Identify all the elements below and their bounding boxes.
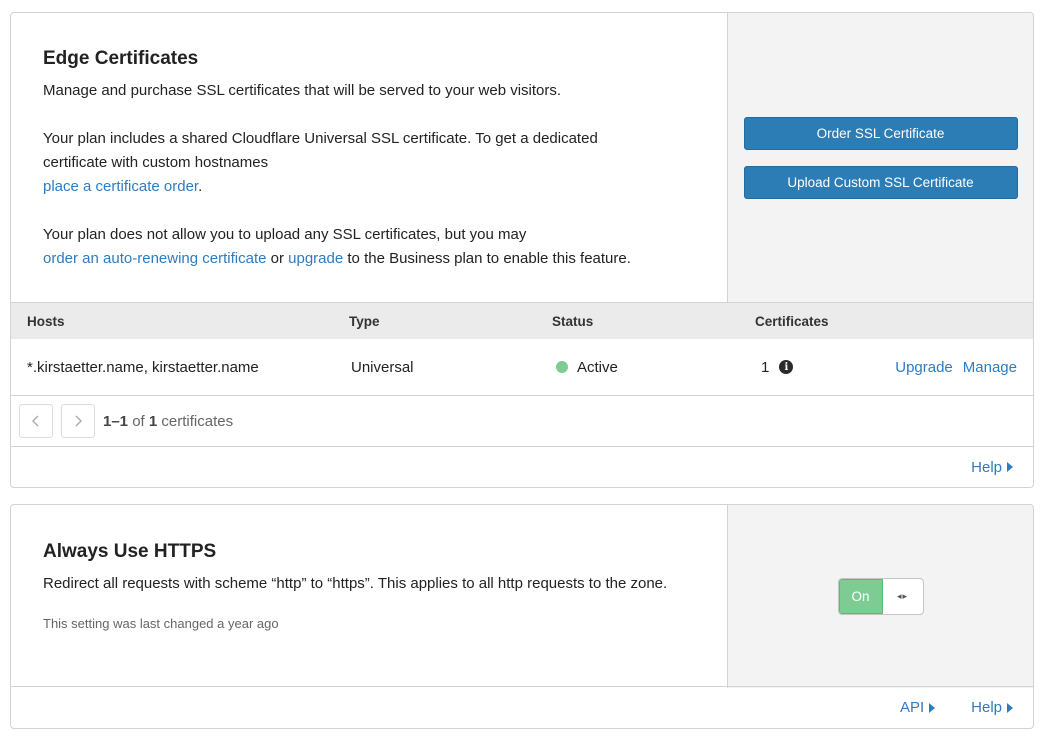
edge-certificates-content: Edge Certificates Manage and purchase SS… — [11, 13, 727, 302]
edge-certificates-description: Manage and purchase SSL certificates tha… — [43, 82, 562, 99]
pagination-summary: 1–1 of 1 certificates — [103, 412, 234, 430]
always-use-https-content: Always Use HTTPS Redirect all requests w… — [11, 505, 727, 688]
row-status-label: Active — [577, 358, 618, 376]
column-header-type: Type — [349, 313, 380, 329]
edge-certificates-actions: Order SSL Certificate Upload Custom SSL … — [727, 13, 1033, 302]
row-certificates: 1 i — [761, 358, 794, 376]
toggle-handle-icon: ◂▸ — [896, 591, 909, 601]
certificates-table-header: Hosts Type Status Certificates — [11, 302, 1033, 339]
edge-help-link[interactable]: Help — [971, 459, 1013, 476]
always-use-https-actions: On ◂▸ — [727, 505, 1033, 688]
caret-right-icon — [1007, 462, 1013, 472]
toggle-on-label: On — [838, 579, 883, 614]
plan-info-universal: Your plan includes a shared Cloudflare U… — [43, 130, 598, 195]
row-upgrade-link[interactable]: Upgrade — [895, 359, 953, 376]
upload-custom-ssl-certificate-button[interactable]: Upload Custom SSL Certificate — [743, 165, 1018, 199]
edge-certificates-top: Edge Certificates Manage and purchase SS… — [11, 13, 1033, 302]
order-auto-renewing-link[interactable]: order an auto-renewing certificate — [43, 250, 266, 267]
always-use-https-title: Always Use HTTPS — [43, 541, 217, 562]
always-use-https-top: Always Use HTTPS Redirect all requests w… — [11, 505, 1033, 688]
plan-info-upload: Your plan does not allow you to upload a… — [43, 226, 631, 267]
row-certificates-count: 1 — [761, 358, 770, 376]
caret-right-icon — [929, 702, 936, 713]
row-actions: Upgrade Manage — [895, 359, 1017, 376]
next-page-button[interactable] — [61, 404, 95, 438]
chevron-right-icon — [75, 415, 82, 427]
upgrade-plan-link[interactable]: upgrade — [288, 250, 343, 267]
row-hosts: *.kirstaetter.name, kirstaetter.name — [27, 358, 259, 376]
table-row: *.kirstaetter.name, kirstaetter.name Uni… — [11, 339, 1033, 396]
edge-certificates-title: Edge Certificates — [43, 48, 199, 69]
prev-page-button[interactable] — [19, 404, 53, 438]
column-header-certificates: Certificates — [755, 313, 829, 329]
column-header-status: Status — [552, 313, 594, 329]
always-use-https-toggle[interactable]: On ◂▸ — [837, 578, 924, 615]
row-status: Active — [556, 359, 618, 376]
chevron-left-icon — [32, 415, 39, 427]
row-manage-link[interactable]: Manage — [963, 359, 1017, 376]
edge-certificates-footer: Help — [11, 447, 1033, 487]
always-use-https-footer: API Help — [11, 686, 1033, 728]
pagination: 1–1 of 1 certificates — [11, 396, 1033, 447]
order-ssl-certificate-button[interactable]: Order SSL Certificate — [743, 116, 1018, 150]
info-icon[interactable]: i — [779, 360, 794, 374]
edge-certificates-card: Edge Certificates Manage and purchase SS… — [10, 12, 1034, 488]
place-certificate-order-link[interactable]: place a certificate order — [43, 178, 198, 195]
https-help-link[interactable]: Help — [971, 699, 1013, 716]
column-header-hosts: Hosts — [27, 313, 65, 329]
status-dot-icon — [556, 361, 568, 373]
api-link[interactable]: API — [900, 699, 936, 716]
last-changed-text: This setting was last changed a year ago — [43, 616, 279, 631]
always-use-https-card: Always Use HTTPS Redirect all requests w… — [10, 504, 1034, 729]
caret-right-icon — [1007, 702, 1013, 713]
always-use-https-description: Redirect all requests with scheme “http”… — [43, 575, 668, 592]
row-type: Universal — [351, 358, 414, 376]
